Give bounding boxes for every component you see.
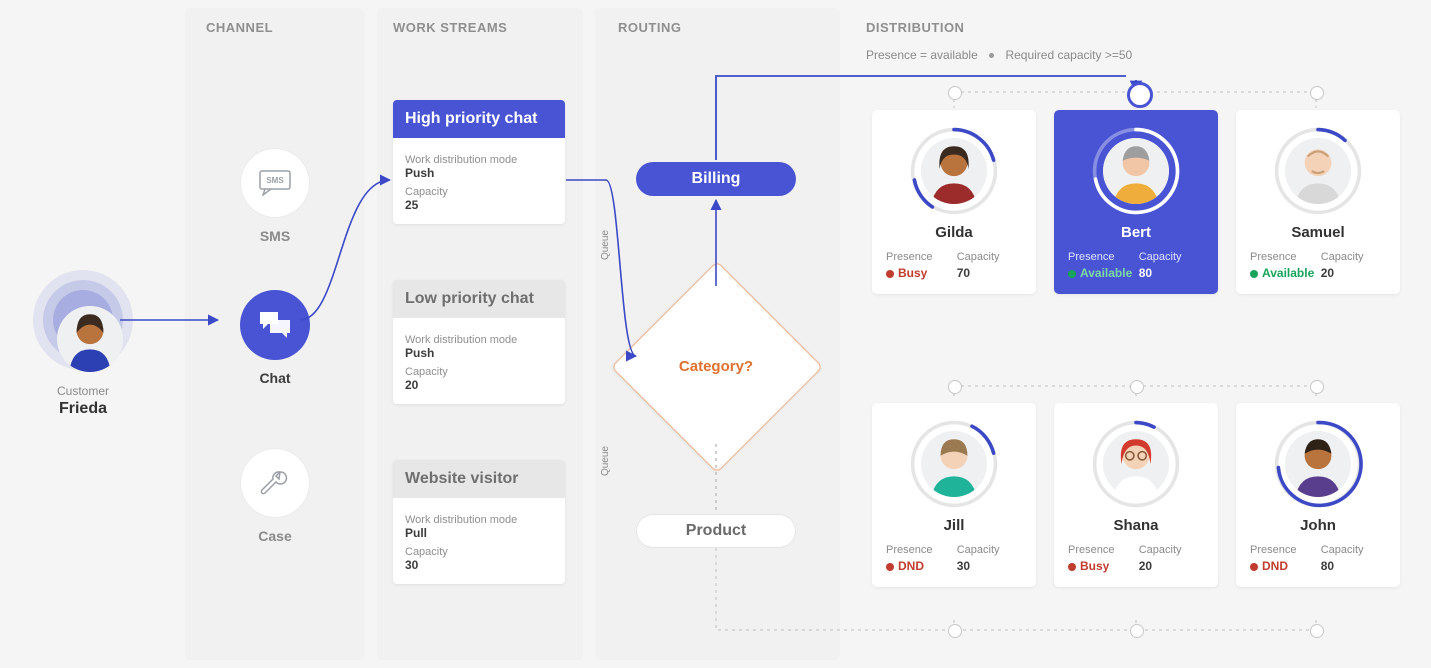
presence-value: DND <box>898 559 924 573</box>
queue-axis-label: Queue <box>600 446 611 476</box>
channel-sms[interactable]: SMS SMS <box>215 148 335 244</box>
presence-label: Presence <box>1068 251 1133 263</box>
agent-name: Jill <box>872 517 1036 534</box>
queue-label: Product <box>686 522 746 540</box>
customer-name: Frieda <box>18 400 148 418</box>
presence-value: DND <box>1262 559 1288 573</box>
rule-presence: Presence = available <box>866 48 978 62</box>
mode-label: Work distribution mode <box>405 514 553 526</box>
agent-name: Shana <box>1054 517 1218 534</box>
agent-card-john[interactable]: John Presence DND Capacity 80 <box>1236 403 1400 587</box>
agent-name: Bert <box>1054 224 1218 241</box>
presence-label: Presence <box>886 251 951 263</box>
capacity-value: 70 <box>957 266 1022 280</box>
node-dot <box>1310 380 1324 394</box>
node-dot <box>948 380 962 394</box>
agent-card-gilda[interactable]: Gilda Presence Busy Capacity 70 <box>872 110 1036 294</box>
capacity-label: Capacity <box>405 186 553 198</box>
presence-value: Busy <box>898 266 927 280</box>
wrench-icon <box>240 448 310 518</box>
node-dot <box>1130 624 1144 638</box>
svg-text:SMS: SMS <box>266 176 284 185</box>
channel-label: Case <box>215 528 335 544</box>
channel-label: SMS <box>215 228 335 244</box>
presence-value: Available <box>1262 266 1314 280</box>
capacity-value: 30 <box>405 558 553 572</box>
mode-label: Work distribution mode <box>405 334 553 346</box>
agent-card-samuel[interactable]: Samuel Presence Available Capacity 20 <box>1236 110 1400 294</box>
presence-value: Busy <box>1080 559 1109 573</box>
capacity-label: Capacity <box>405 366 553 378</box>
agent-card-shana[interactable]: Shana Presence Busy Capacity 20 <box>1054 403 1218 587</box>
workstream-card-web[interactable]: Website visitor Work distribution mode P… <box>393 460 565 584</box>
avatar-icon <box>57 306 123 372</box>
presence-label: Presence <box>886 544 951 556</box>
mode-value: Push <box>405 346 553 360</box>
channel-label: Chat <box>215 370 335 386</box>
agent-card-bert[interactable]: Bert Presence Available Capacity 80 <box>1054 110 1218 294</box>
section-title-distribution: DISTRIBUTION <box>866 20 964 35</box>
queue-label: Billing <box>692 170 741 188</box>
mode-value: Push <box>405 166 553 180</box>
rule-capacity: Required capacity >=50 <box>1005 48 1132 62</box>
capacity-label: Capacity <box>1321 544 1386 556</box>
capacity-label: Capacity <box>957 251 1022 263</box>
decision-text: Category? <box>679 358 753 375</box>
node-dot <box>948 624 962 638</box>
sms-icon: SMS <box>240 148 310 218</box>
workstream-title: Website visitor <box>393 460 565 498</box>
workstream-card-low[interactable]: Low priority chat Work distribution mode… <box>393 280 565 404</box>
capacity-value: 80 <box>1139 266 1204 280</box>
node-dot <box>1310 86 1324 100</box>
capacity-value: 20 <box>1321 266 1386 280</box>
channel-chat[interactable]: Chat <box>215 290 335 386</box>
workstream-title: High priority chat <box>393 100 565 138</box>
presence-label: Presence <box>1250 251 1315 263</box>
section-title-routing: ROUTING <box>618 20 681 35</box>
capacity-label: Capacity <box>957 544 1022 556</box>
agent-name: Samuel <box>1236 224 1400 241</box>
agent-card-jill[interactable]: Jill Presence DND Capacity 30 <box>872 403 1036 587</box>
queue-axis-label: Queue <box>600 230 611 260</box>
mode-value: Pull <box>405 526 553 540</box>
queue-billing[interactable]: Billing <box>636 162 796 196</box>
capacity-value: 80 <box>1321 559 1386 573</box>
capacity-label: Capacity <box>1139 544 1204 556</box>
mode-label: Work distribution mode <box>405 154 553 166</box>
presence-label: Presence <box>1250 544 1315 556</box>
node-dot <box>948 86 962 100</box>
capacity-value: 30 <box>957 559 1022 573</box>
node-dot <box>1310 624 1324 638</box>
node-dot-selected <box>1127 82 1153 108</box>
channel-case[interactable]: Case <box>215 448 335 544</box>
capacity-label: Capacity <box>1139 251 1204 263</box>
chat-icon <box>240 290 310 360</box>
capacity-value: 25 <box>405 198 553 212</box>
customer-avatar <box>33 270 133 370</box>
workstream-card-high[interactable]: High priority chat Work distribution mod… <box>393 100 565 224</box>
routing-decision[interactable]: Category? <box>642 292 790 440</box>
capacity-value: 20 <box>1139 559 1204 573</box>
section-title-workstreams: WORK STREAMS <box>393 20 507 35</box>
node-dot <box>1130 380 1144 394</box>
distribution-rule: Presence = available Required capacity >… <box>866 48 1132 62</box>
customer-label: Customer <box>18 384 148 398</box>
capacity-label: Capacity <box>405 546 553 558</box>
capacity-label: Capacity <box>1321 251 1386 263</box>
customer-block: Customer Frieda <box>18 270 148 418</box>
capacity-value: 20 <box>405 378 553 392</box>
presence-label: Presence <box>1068 544 1133 556</box>
queue-product[interactable]: Product <box>636 514 796 548</box>
workstream-title: Low priority chat <box>393 280 565 318</box>
agent-name: Gilda <box>872 224 1036 241</box>
agent-name: John <box>1236 517 1400 534</box>
presence-value: Available <box>1080 266 1132 280</box>
